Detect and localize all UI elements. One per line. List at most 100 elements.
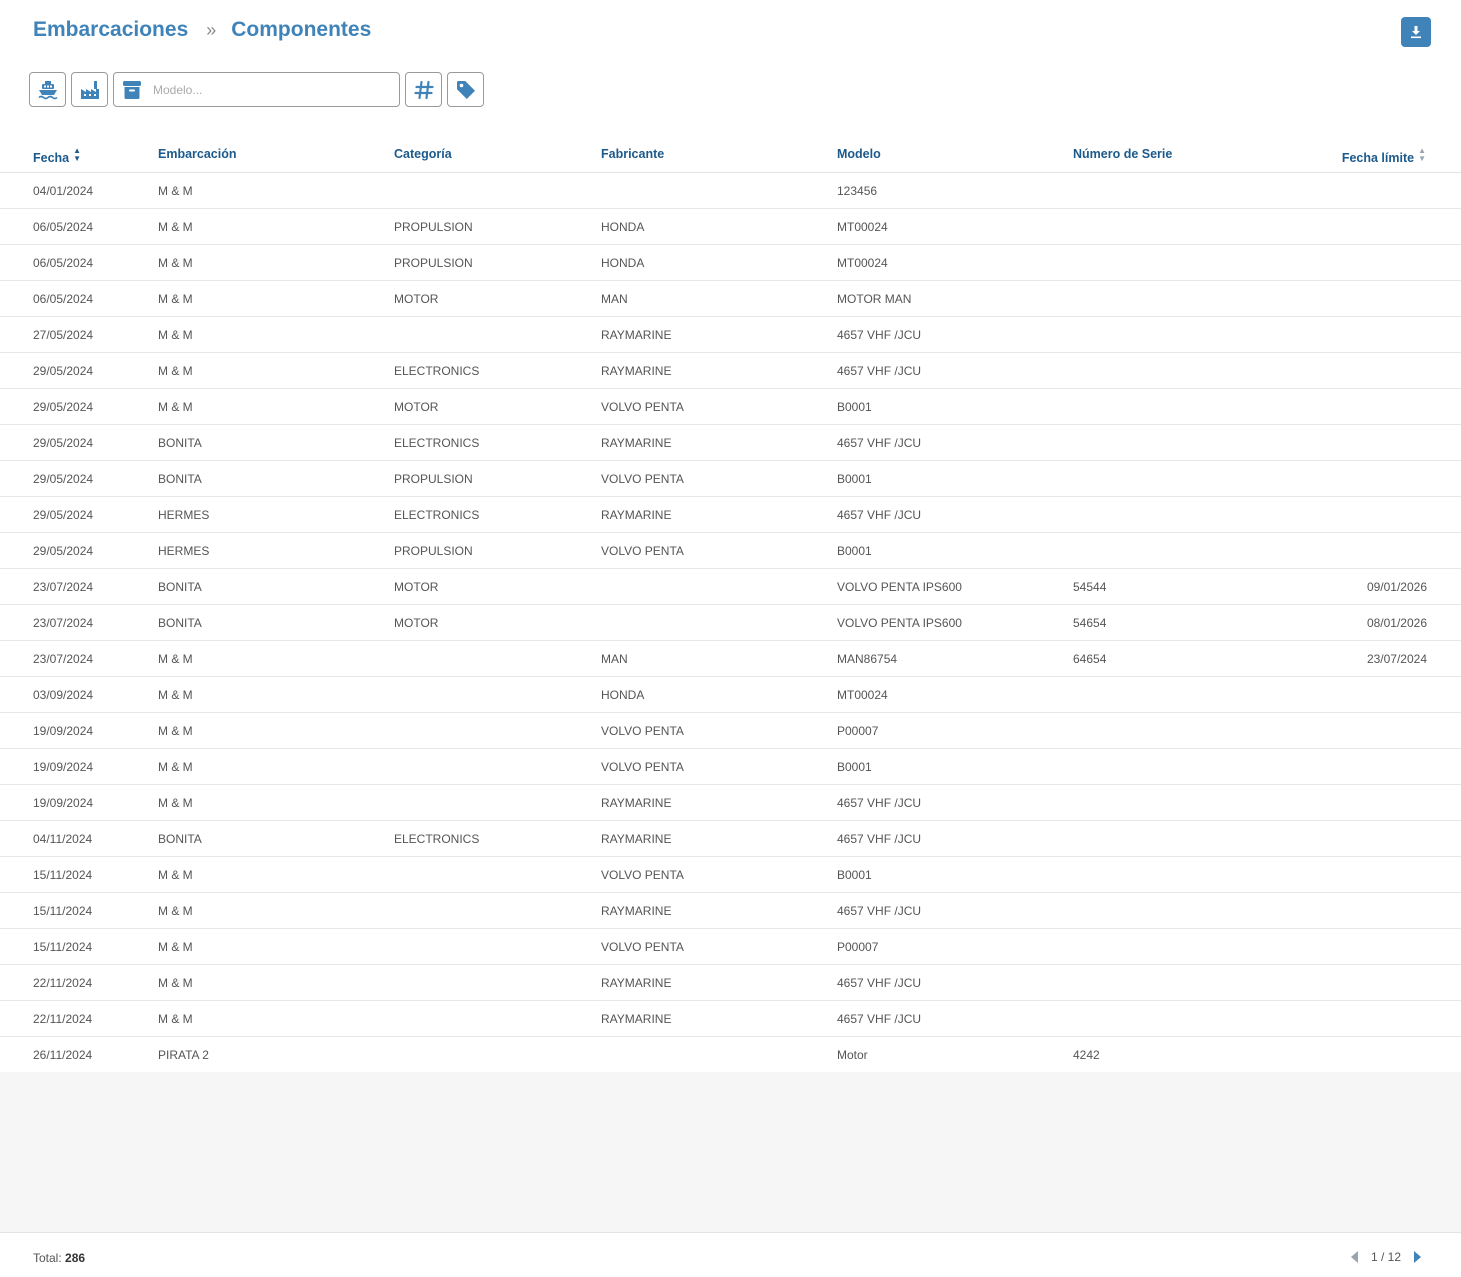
cell-fabricante: VOLVO PENTA	[601, 868, 684, 882]
model-search-field[interactable]	[113, 72, 400, 107]
cell-categoria: ELECTRONICS	[394, 436, 480, 450]
table-row[interactable]: 23/07/2024 M & M MAN MAN86754 64654 23/07/202…	[0, 641, 1461, 677]
table-row[interactable]: 29/05/2024 M & M MOTOR VOLVO PENTA B0001	[0, 389, 1461, 425]
table-row[interactable]: 22/11/2024 M & M RAYMARINE 4657 VHF /JCU	[0, 1001, 1461, 1037]
cell-fecha: 15/11/2024	[33, 940, 93, 954]
cell-fabricante: VOLVO PENTA	[601, 472, 684, 486]
table-row[interactable]: 19/09/2024 M & M RAYMARINE 4657 VHF /JCU	[0, 785, 1461, 821]
factory-icon	[80, 80, 99, 99]
cell-modelo: VOLVO PENTA IPS600	[837, 580, 962, 594]
cell-embarcacion: HERMES	[158, 508, 210, 522]
table-row[interactable]: 22/11/2024 M & M RAYMARINE 4657 VHF /JCU	[0, 965, 1461, 1001]
cell-fecha: 23/07/2024	[33, 616, 94, 630]
table-row[interactable]: 23/07/2024 BONITA MOTOR VOLVO PENTA IPS600 5…	[0, 569, 1461, 605]
cell-categoria: ELECTRONICS	[394, 832, 480, 846]
cell-embarcacion: M & M	[158, 364, 193, 378]
column-header-fecha-limite[interactable]: Fecha límite▲ ▼	[1342, 146, 1426, 166]
cell-fabricante: VOLVO PENTA	[601, 760, 684, 774]
cell-fecha: 23/07/2024	[33, 652, 94, 666]
table-row[interactable]: 15/11/2024 M & M RAYMARINE 4657 VHF /JCU	[0, 893, 1461, 929]
cell-embarcacion: M & M	[158, 904, 193, 918]
table-row[interactable]: 19/09/2024 M & M VOLVO PENTA B0001	[0, 749, 1461, 785]
table-row[interactable]: 29/05/2024 HERMES PROPULSION VOLVO PENTA B00…	[0, 533, 1461, 569]
cell-fecha-limite: 09/01/2026	[1366, 580, 1427, 594]
caret-right-icon	[1414, 1251, 1421, 1263]
breadcrumb-embarcaciones[interactable]: Embarcaciones	[33, 18, 188, 42]
cell-fecha: 19/09/2024	[33, 796, 94, 810]
cell-fabricante: RAYMARINE	[601, 796, 672, 810]
cell-embarcacion: M & M	[158, 724, 193, 738]
table-row[interactable]: 19/09/2024 M & M VOLVO PENTA P00007	[0, 713, 1461, 749]
table-row[interactable]: 15/11/2024 M & M VOLVO PENTA P00007	[0, 929, 1461, 965]
cell-fabricante: VOLVO PENTA	[601, 544, 684, 558]
table-row[interactable]: 29/05/2024 M & M ELECTRONICS RAYMARINE 4657 …	[0, 353, 1461, 389]
cell-fabricante: RAYMARINE	[601, 328, 672, 342]
cell-fabricante: VOLVO PENTA	[601, 400, 684, 414]
column-header-modelo[interactable]: Modelo	[837, 147, 881, 161]
cell-modelo: MT00024	[837, 256, 888, 270]
cell-fecha: 15/11/2024	[33, 868, 93, 882]
manufacturer-filter-button[interactable]	[71, 72, 108, 107]
cell-embarcacion: M & M	[158, 652, 193, 666]
sort-icon: ▲ ▼	[73, 146, 82, 163]
next-page-button[interactable]	[1413, 1251, 1421, 1263]
column-header-numero-serie[interactable]: Número de Serie	[1073, 147, 1172, 161]
column-header-embarcacion[interactable]: Embarcación	[158, 147, 237, 161]
cell-fabricante: RAYMARINE	[601, 976, 672, 990]
table-row[interactable]: 03/09/2024 M & M HONDA MT00024	[0, 677, 1461, 713]
table-row[interactable]: 27/05/2024 M & M RAYMARINE 4657 VHF /JCU	[0, 317, 1461, 353]
model-search-input[interactable]	[150, 82, 390, 97]
table-body: 04/01/2024 M & M 123456 06/05/2024 M & M PROP…	[0, 173, 1461, 1073]
sort-icon: ▲ ▼	[1418, 146, 1426, 163]
table-row[interactable]: 26/11/2024 PIRATA 2 Motor 4242	[0, 1037, 1461, 1073]
table-row[interactable]: 06/05/2024 M & M PROPULSION HONDA MT00024	[0, 245, 1461, 281]
cell-modelo: MT00024	[837, 688, 888, 702]
cell-modelo: 4657 VHF /JCU	[837, 904, 922, 918]
cell-embarcacion: BONITA	[158, 616, 202, 630]
cell-modelo: B0001	[837, 400, 872, 414]
cell-fecha: 22/11/2024	[33, 976, 93, 990]
table-row[interactable]: 29/05/2024 HERMES ELECTRONICS RAYMARINE 4657…	[0, 497, 1461, 533]
previous-page-button[interactable]	[1350, 1251, 1359, 1263]
cell-modelo: B0001	[837, 760, 872, 774]
cell-embarcacion: M & M	[158, 688, 193, 702]
components-table: Fecha▲ ▼ Embarcación Categoría Fabricante…	[0, 137, 1461, 1073]
table-row[interactable]: 23/07/2024 BONITA MOTOR VOLVO PENTA IPS600 5…	[0, 605, 1461, 641]
table-row[interactable]: 06/05/2024 M & M PROPULSION HONDA MT00024	[0, 209, 1461, 245]
cell-fabricante: HONDA	[601, 256, 645, 270]
table-row[interactable]: 04/01/2024 M & M 123456	[0, 173, 1461, 209]
table-row[interactable]: 15/11/2024 M & M VOLVO PENTA B0001	[0, 857, 1461, 893]
column-header-fabricante[interactable]: Fabricante	[601, 147, 664, 161]
cell-modelo: 4657 VHF /JCU	[837, 328, 922, 342]
cell-fecha: 19/09/2024	[33, 760, 94, 774]
table-row[interactable]: 29/05/2024 BONITA ELECTRONICS RAYMARINE 4657…	[0, 425, 1461, 461]
cell-embarcacion: M & M	[158, 1012, 193, 1026]
column-header-categoria[interactable]: Categoría	[394, 147, 452, 161]
table-row[interactable]: 04/11/2024 BONITA ELECTRONICS RAYMARINE 4657…	[0, 821, 1461, 857]
cell-fabricante: RAYMARINE	[601, 832, 672, 846]
tag-filter-button[interactable]	[447, 72, 484, 107]
cell-modelo: MOTOR MAN	[837, 292, 912, 306]
column-header-fecha[interactable]: Fecha▲ ▼	[33, 146, 82, 166]
cell-categoria: MOTOR	[394, 400, 439, 414]
serial-number-filter-button[interactable]	[405, 72, 442, 107]
cell-embarcacion: M & M	[158, 868, 193, 882]
pagination: 1 / 12	[1350, 1250, 1421, 1264]
cell-fabricante: HONDA	[601, 688, 645, 702]
cell-categoria: MOTOR	[394, 580, 439, 594]
cell-embarcacion: HERMES	[158, 544, 210, 558]
cell-modelo: MAN86754	[837, 652, 898, 666]
cell-modelo: 4657 VHF /JCU	[837, 364, 922, 378]
download-button[interactable]	[1401, 17, 1431, 47]
cell-categoria: PROPULSION	[394, 220, 473, 234]
table-row[interactable]: 29/05/2024 BONITA PROPULSION VOLVO PENTA B00…	[0, 461, 1461, 497]
table-row[interactable]: 06/05/2024 M & M MOTOR MAN MOTOR MAN	[0, 281, 1461, 317]
tag-icon	[456, 80, 475, 99]
cell-modelo: Motor	[837, 1048, 868, 1062]
cell-modelo: B0001	[837, 868, 872, 882]
vessel-filter-button[interactable]	[29, 72, 66, 107]
empty-area	[0, 1072, 1461, 1232]
cell-fecha: 29/05/2024	[33, 364, 94, 378]
cell-fecha: 19/09/2024	[33, 724, 94, 738]
cell-fecha: 26/11/2024	[33, 1048, 93, 1062]
